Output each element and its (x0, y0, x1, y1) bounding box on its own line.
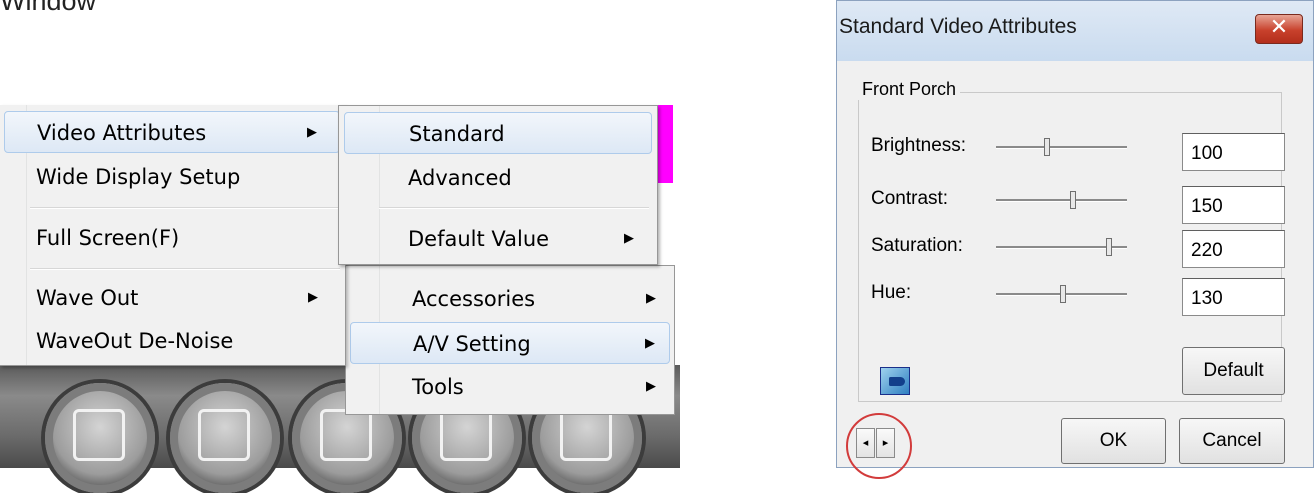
tape-deck-icon[interactable] (45, 383, 155, 493)
menu-item-wide-display-setup[interactable]: Wide Display Setup (4, 156, 340, 198)
menu-item-label: Default Value (408, 227, 550, 251)
menu-item-label: Full Screen(F) (36, 226, 180, 250)
menu-item-av-setting[interactable]: A/V Setting ▶ (350, 322, 670, 364)
chevron-right-icon: ▶ (646, 291, 656, 306)
hue-input[interactable]: 130 (1182, 278, 1285, 316)
menu-item-label: Accessories (412, 287, 536, 311)
brightness-label: Brightness: (871, 135, 967, 156)
pointing-hand-icon[interactable] (880, 367, 910, 395)
menu-item-label: Video Attributes (37, 121, 207, 145)
menu-item-standard[interactable]: Standard (344, 112, 652, 154)
context-menu: Video Attributes ▶ Wide Display Setup Fu… (0, 105, 346, 366)
menu-item-default-value[interactable]: Default Value ▶ (344, 218, 652, 260)
menu-item-wave-out[interactable]: Wave Out ▶ (4, 277, 340, 319)
menu-item-label: A/V Setting (413, 332, 531, 356)
hue-slider[interactable] (996, 285, 1127, 303)
front-porch-group: Brightness: 100 Contrast: 150 Saturation… (858, 92, 1285, 402)
title-bar[interactable]: Standard Video Attributes ✕ (837, 1, 1313, 61)
dialog-body: Brightness: 100 Contrast: 150 Saturation… (846, 61, 1304, 479)
menu-item-full-screen[interactable]: Full Screen(F) (4, 217, 340, 259)
menu-item-label: WaveOut De-Noise (36, 329, 234, 353)
page-heading: Window (0, 0, 97, 16)
hue-slider-thumb[interactable] (1059, 285, 1066, 303)
contrast-label: Contrast: (871, 188, 949, 209)
video-attributes-dialog: Standard Video Attributes ✕ Brightness: … (836, 0, 1314, 479)
chevron-right-icon: ▶ (307, 125, 317, 140)
tools-submenu: Accessories ▶ A/V Setting ▶ Tools ▶ (345, 265, 675, 415)
video-attributes-submenu: Standard Advanced Default Value ▶ (338, 105, 658, 265)
menu-separator (30, 268, 340, 270)
menu-item-label: Wide Display Setup (36, 165, 241, 189)
chevron-right-icon: ▶ (645, 336, 655, 351)
dialog-title: Standard Video Attributes (839, 15, 1077, 38)
contrast-input[interactable]: 150 (1182, 186, 1285, 224)
brightness-slider[interactable] (996, 138, 1127, 156)
menu-item-video-attributes[interactable]: Video Attributes ▶ (4, 111, 340, 153)
default-button[interactable]: Default (1182, 347, 1285, 395)
cancel-button[interactable]: Cancel (1179, 418, 1285, 464)
menu-item-accessories[interactable]: Accessories ▶ (350, 278, 670, 320)
ok-button[interactable]: OK (1061, 418, 1166, 464)
brightness-input[interactable]: 100 (1182, 133, 1285, 171)
hue-label: Hue: (871, 282, 912, 303)
menu-item-tools[interactable]: Tools ▶ (350, 366, 670, 408)
menu-item-label: Tools (412, 375, 464, 399)
chevron-right-icon: ▶ (624, 231, 634, 246)
group-label: Front Porch (858, 79, 961, 100)
saturation-label: Saturation: (871, 235, 963, 256)
menu-separator (379, 207, 649, 209)
close-button[interactable]: ✕ (1255, 14, 1303, 44)
close-icon: ✕ (1269, 15, 1289, 40)
menu-item-label: Standard (409, 122, 505, 146)
menu-separator (30, 207, 340, 209)
menu-item-advanced[interactable]: Advanced (344, 157, 652, 199)
annotation-circle (846, 413, 912, 479)
saturation-slider-thumb[interactable] (1105, 238, 1112, 256)
menu-item-label: Wave Out (36, 286, 139, 310)
contrast-slider-thumb[interactable] (1070, 191, 1077, 209)
calendar-clock-icon[interactable] (170, 383, 280, 493)
chevron-right-icon: ▶ (646, 379, 656, 394)
menu-item-label: Advanced (408, 166, 512, 190)
saturation-input[interactable]: 220 (1182, 230, 1285, 268)
contrast-slider[interactable] (996, 191, 1127, 209)
menu-item-waveout-de-noise[interactable]: WaveOut De-Noise (4, 320, 340, 362)
chevron-right-icon: ▶ (308, 290, 318, 305)
brightness-slider-thumb[interactable] (1044, 138, 1051, 156)
saturation-slider[interactable] (996, 238, 1127, 256)
